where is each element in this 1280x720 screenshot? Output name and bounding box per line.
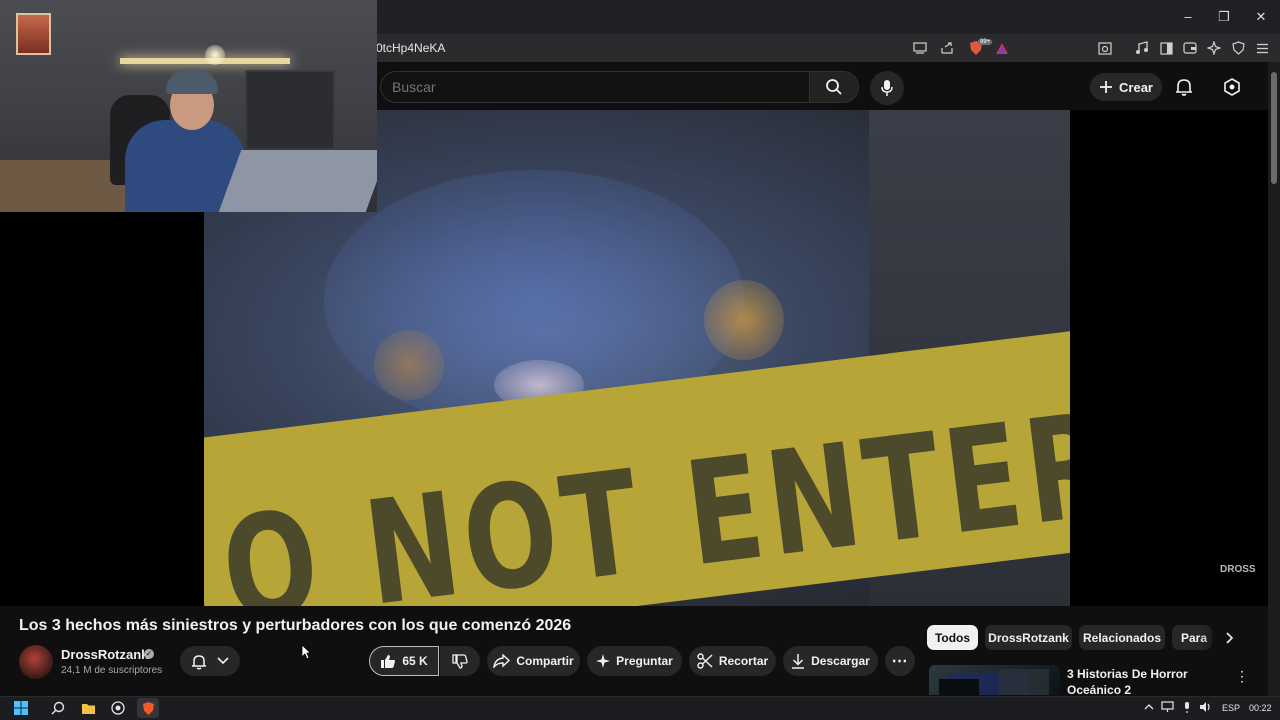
wall-picture [16,13,51,55]
voice-search-button[interactable] [870,71,904,105]
brave-rewards-icon[interactable] [992,39,1012,57]
more-actions-button[interactable]: ⋯ [885,646,915,676]
vpn-icon[interactable] [1228,39,1248,57]
chips-next-button[interactable] [1220,628,1240,648]
minimize-button[interactable]: – [1178,8,1198,26]
account-avatar[interactable] [1220,75,1244,99]
microphone-icon [881,80,893,96]
cabinet [245,70,335,150]
create-button[interactable]: Crear [1090,73,1162,101]
channel-name[interactable]: DrossRotzank [61,647,148,662]
download-button[interactable]: Descargar [783,646,878,676]
clip-button[interactable]: Recortar [689,646,776,676]
video-light [374,330,444,400]
download-icon [792,654,805,669]
wallet-icon[interactable] [1180,39,1200,57]
scissors-icon [697,653,713,669]
share-arrow-icon [493,654,511,668]
share-icon[interactable] [937,39,957,57]
close-window-button[interactable]: ✕ [1251,8,1271,26]
chip-all[interactable]: Todos [927,625,978,650]
create-label: Crear [1119,79,1153,95]
chip-channel[interactable]: DrossRotzank [985,625,1072,650]
input-language[interactable]: ESP [1222,703,1240,713]
notifications-button[interactable] [1172,75,1196,99]
webcam-overlay [0,0,377,212]
file-explorer-icon[interactable] [77,698,99,718]
screenshot-icon[interactable] [1095,39,1115,57]
sidebar-icon[interactable] [1156,39,1176,57]
like-button[interactable]: 65 K [369,646,439,676]
sparkle-icon [596,654,611,668]
bell-icon [1176,79,1192,96]
windows-start-icon[interactable] [10,698,32,718]
search-button[interactable] [809,71,859,103]
ask-button[interactable]: Preguntar [587,646,682,676]
restore-button[interactable]: ❐ [1214,8,1234,26]
plus-icon [1100,81,1113,93]
person-cap [166,70,218,94]
brave-browser-taskbar-icon[interactable] [137,698,159,718]
chip-related[interactable]: Relacionados [1079,625,1165,650]
music-icon[interactable] [1132,39,1152,57]
desk [218,150,377,212]
verified-icon: ✓ [144,649,154,659]
download-label: Descargar [811,654,870,668]
system-clock[interactable]: 00:22 [1249,703,1272,713]
share-button[interactable]: Compartir [487,646,580,676]
address-bar-url[interactable]: 0tcHp4NeKA [376,41,445,55]
search-input[interactable] [392,79,792,95]
thumbs-down-icon [452,653,468,669]
related-video-menu-icon[interactable]: ⋮ [1235,668,1249,684]
chevron-right-icon [1226,632,1234,644]
avatar-icon [1224,78,1240,96]
lamp [205,45,225,65]
video-light [704,280,784,360]
related-video-title[interactable]: 3 Historias De Horror Oceánico 2 [1067,666,1232,698]
video-title: Los 3 hechos más siniestros y perturbado… [19,617,572,634]
windows-taskbar [0,696,1280,720]
volume-icon[interactable] [1198,700,1212,714]
like-count: 65 K [402,654,428,668]
search-icon [826,79,842,95]
clip-label: Recortar [718,654,769,668]
related-video-thumbnail[interactable] [929,665,1060,695]
microphone-tray-icon[interactable] [1180,700,1194,714]
network-icon[interactable] [1160,700,1174,714]
taskbar-search-icon[interactable] [47,698,69,718]
menu-icon[interactable] [1252,39,1272,57]
thumbs-up-icon [381,654,396,668]
channel-watermark: DROSS [1220,564,1256,575]
subscription-notifications-button[interactable] [180,646,240,676]
ask-label: Preguntar [616,654,673,668]
channel-avatar[interactable] [19,645,53,679]
subscriber-count: 24,1 M de suscriptores [61,665,163,676]
bell-icon [192,654,206,669]
scrollbar-thumb[interactable] [1271,72,1277,184]
mouse-cursor-icon [301,644,311,660]
tray-chevron-up-icon[interactable] [1142,700,1156,714]
chevron-down-icon [217,657,229,665]
cast-icon[interactable] [910,39,930,57]
share-label: Compartir [516,654,574,668]
dislike-button[interactable] [440,646,480,676]
leo-icon[interactable] [1204,39,1224,57]
shield-badge: 99+ [978,39,993,45]
app-icon[interactable] [107,698,129,718]
